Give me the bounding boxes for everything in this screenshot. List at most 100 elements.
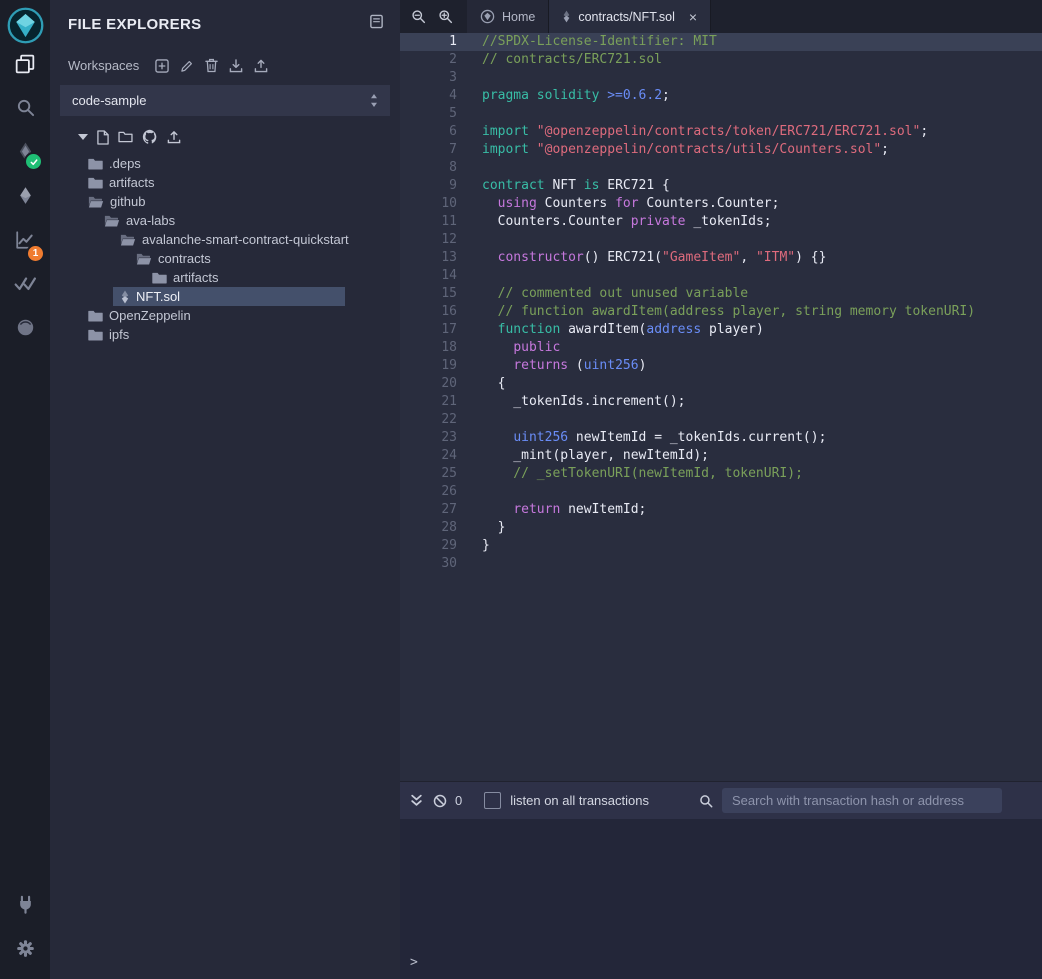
code-line-20[interactable]: 20 {	[400, 375, 1042, 393]
line-number[interactable]: 2	[400, 51, 478, 69]
new-file-icon[interactable]	[97, 130, 109, 145]
tab-contracts-nft-sol[interactable]: contracts/NFT.sol ×	[549, 0, 711, 33]
sidebar-item-solidity-compiler[interactable]	[0, 132, 50, 176]
line-number[interactable]: 25	[400, 465, 478, 483]
code-line-1[interactable]: 1//SPDX-License-Identifier: MIT	[400, 33, 1042, 51]
code-line-30[interactable]: 30	[400, 555, 1042, 573]
tree-item--deps[interactable]: .deps	[50, 154, 400, 173]
line-number[interactable]: 22	[400, 411, 478, 429]
code-line-15[interactable]: 15 // commented out unused variable	[400, 285, 1042, 303]
close-tab-icon[interactable]: ×	[689, 10, 697, 24]
line-number[interactable]: 13	[400, 249, 478, 267]
code-line-27[interactable]: 27 return newItemId;	[400, 501, 1042, 519]
tree-item-ava-labs[interactable]: ava-labs	[50, 211, 400, 230]
tab-home[interactable]: Home	[467, 0, 549, 33]
line-number[interactable]: 7	[400, 141, 478, 159]
line-number[interactable]: 1	[400, 33, 478, 51]
create-workspace-icon[interactable]	[155, 59, 169, 73]
code-line-8[interactable]: 8	[400, 159, 1042, 177]
code-line-17[interactable]: 17 function awardItem(address player)	[400, 321, 1042, 339]
line-number[interactable]: 11	[400, 213, 478, 231]
code-line-26[interactable]: 26	[400, 483, 1042, 501]
collapse-tree-icon[interactable]	[78, 134, 88, 140]
code-line-22[interactable]: 22	[400, 411, 1042, 429]
tree-item-openzeppelin[interactable]: OpenZeppelin	[50, 306, 400, 325]
publish-icon[interactable]	[167, 130, 181, 144]
line-number[interactable]: 21	[400, 393, 478, 411]
code-line-25[interactable]: 25 // _setTokenURI(newItemId, tokenURI);	[400, 465, 1042, 483]
line-number[interactable]: 14	[400, 267, 478, 285]
sidebar-item-search[interactable]	[0, 88, 50, 132]
code-line-16[interactable]: 16 // function awardItem(address player,…	[400, 303, 1042, 321]
code-line-28[interactable]: 28 }	[400, 519, 1042, 537]
line-number[interactable]: 16	[400, 303, 478, 321]
code-line-5[interactable]: 5	[400, 105, 1042, 123]
line-number[interactable]: 30	[400, 555, 478, 573]
code-line-3[interactable]: 3	[400, 69, 1042, 87]
terminal[interactable]: >	[400, 819, 1042, 979]
line-number[interactable]: 3	[400, 69, 478, 87]
sidebar-item-plugin-manager[interactable]	[0, 885, 50, 929]
code-line-4[interactable]: 4pragma solidity >=0.6.2;	[400, 87, 1042, 105]
line-number[interactable]: 17	[400, 321, 478, 339]
line-number[interactable]: 10	[400, 195, 478, 213]
code-line-11[interactable]: 11 Counters.Counter private _tokenIds;	[400, 213, 1042, 231]
line-number[interactable]: 4	[400, 87, 478, 105]
code-editor[interactable]: 1//SPDX-License-Identifier: MIT2// contr…	[400, 33, 1042, 781]
code-line-6[interactable]: 6import "@openzeppelin/contracts/token/E…	[400, 123, 1042, 141]
code-line-24[interactable]: 24 _mint(player, newItemId);	[400, 447, 1042, 465]
code-line-10[interactable]: 10 using Counters for Counters.Counter;	[400, 195, 1042, 213]
code-line-9[interactable]: 9contract NFT is ERC721 {	[400, 177, 1042, 195]
line-number[interactable]: 27	[400, 501, 478, 519]
code-line-14[interactable]: 14	[400, 267, 1042, 285]
tree-item-nft-sol[interactable]: NFT.sol	[50, 287, 345, 306]
code-line-21[interactable]: 21 _tokenIds.increment();	[400, 393, 1042, 411]
code-line-18[interactable]: 18 public	[400, 339, 1042, 357]
github-icon[interactable]	[142, 129, 158, 145]
line-number[interactable]: 19	[400, 357, 478, 375]
zoom-out-button[interactable]	[405, 0, 432, 33]
sidebar-item-settings[interactable]	[0, 929, 50, 973]
new-folder-icon[interactable]	[118, 131, 133, 143]
sidebar-item-deploy-run[interactable]	[0, 176, 50, 220]
code-line-13[interactable]: 13 constructor() ERC721("GameItem", "ITM…	[400, 249, 1042, 267]
line-number[interactable]: 9	[400, 177, 478, 195]
code-line-7[interactable]: 7import "@openzeppelin/contracts/utils/C…	[400, 141, 1042, 159]
line-number[interactable]: 8	[400, 159, 478, 177]
expand-terminal-icon[interactable]	[410, 794, 423, 807]
line-number[interactable]: 20	[400, 375, 478, 393]
tree-item-artifacts[interactable]: artifacts	[50, 173, 400, 192]
clear-console-icon[interactable]	[433, 794, 447, 808]
sidebar-item-file-explorer[interactable]	[0, 44, 50, 88]
terminal-search-input[interactable]	[722, 788, 1002, 813]
remix-logo[interactable]	[7, 7, 44, 44]
code-line-2[interactable]: 2// contracts/ERC721.sol	[400, 51, 1042, 69]
rename-workspace-icon[interactable]	[180, 59, 194, 73]
line-number[interactable]: 15	[400, 285, 478, 303]
line-number[interactable]: 24	[400, 447, 478, 465]
line-number[interactable]: 28	[400, 519, 478, 537]
line-number[interactable]: 18	[400, 339, 478, 357]
code-line-12[interactable]: 12	[400, 231, 1042, 249]
listen-transactions-checkbox[interactable]	[484, 792, 501, 809]
workspace-select[interactable]: code-sample	[60, 85, 390, 116]
sidebar-item-plugin-circle[interactable]	[0, 308, 50, 352]
code-line-23[interactable]: 23 uint256 newItemId = _tokenIds.current…	[400, 429, 1042, 447]
line-number[interactable]: 23	[400, 429, 478, 447]
code-line-29[interactable]: 29}	[400, 537, 1042, 555]
sidebar-item-analytics[interactable]: 1	[0, 220, 50, 264]
delete-workspace-icon[interactable]	[205, 58, 218, 73]
line-number[interactable]: 26	[400, 483, 478, 501]
line-number[interactable]: 5	[400, 105, 478, 123]
line-number[interactable]: 29	[400, 537, 478, 555]
tree-item-contracts[interactable]: contracts	[50, 249, 400, 268]
zoom-in-button[interactable]	[432, 0, 459, 33]
tree-item-artifacts[interactable]: artifacts	[50, 268, 400, 287]
tree-item-github[interactable]: github	[50, 192, 400, 211]
restore-workspace-icon[interactable]	[254, 59, 268, 73]
sidebar-item-unit-testing[interactable]	[0, 264, 50, 308]
panel-menu-icon[interactable]	[369, 14, 384, 34]
code-line-19[interactable]: 19 returns (uint256)	[400, 357, 1042, 375]
line-number[interactable]: 6	[400, 123, 478, 141]
tree-item-avalanche-smart-contract-quickstart[interactable]: avalanche-smart-contract-quickstart	[50, 230, 400, 249]
